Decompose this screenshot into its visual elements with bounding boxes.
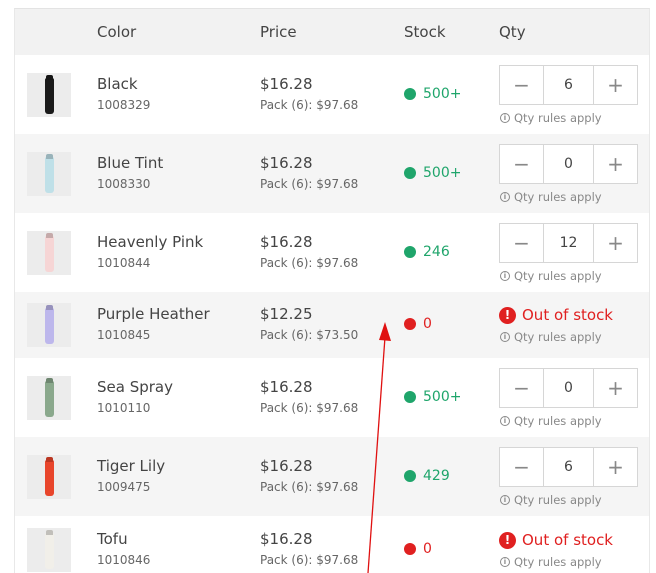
annotation-arrow-line [367, 336, 386, 573]
annotation-arrow-head [379, 322, 391, 341]
annotation-arrow [367, 322, 391, 573]
